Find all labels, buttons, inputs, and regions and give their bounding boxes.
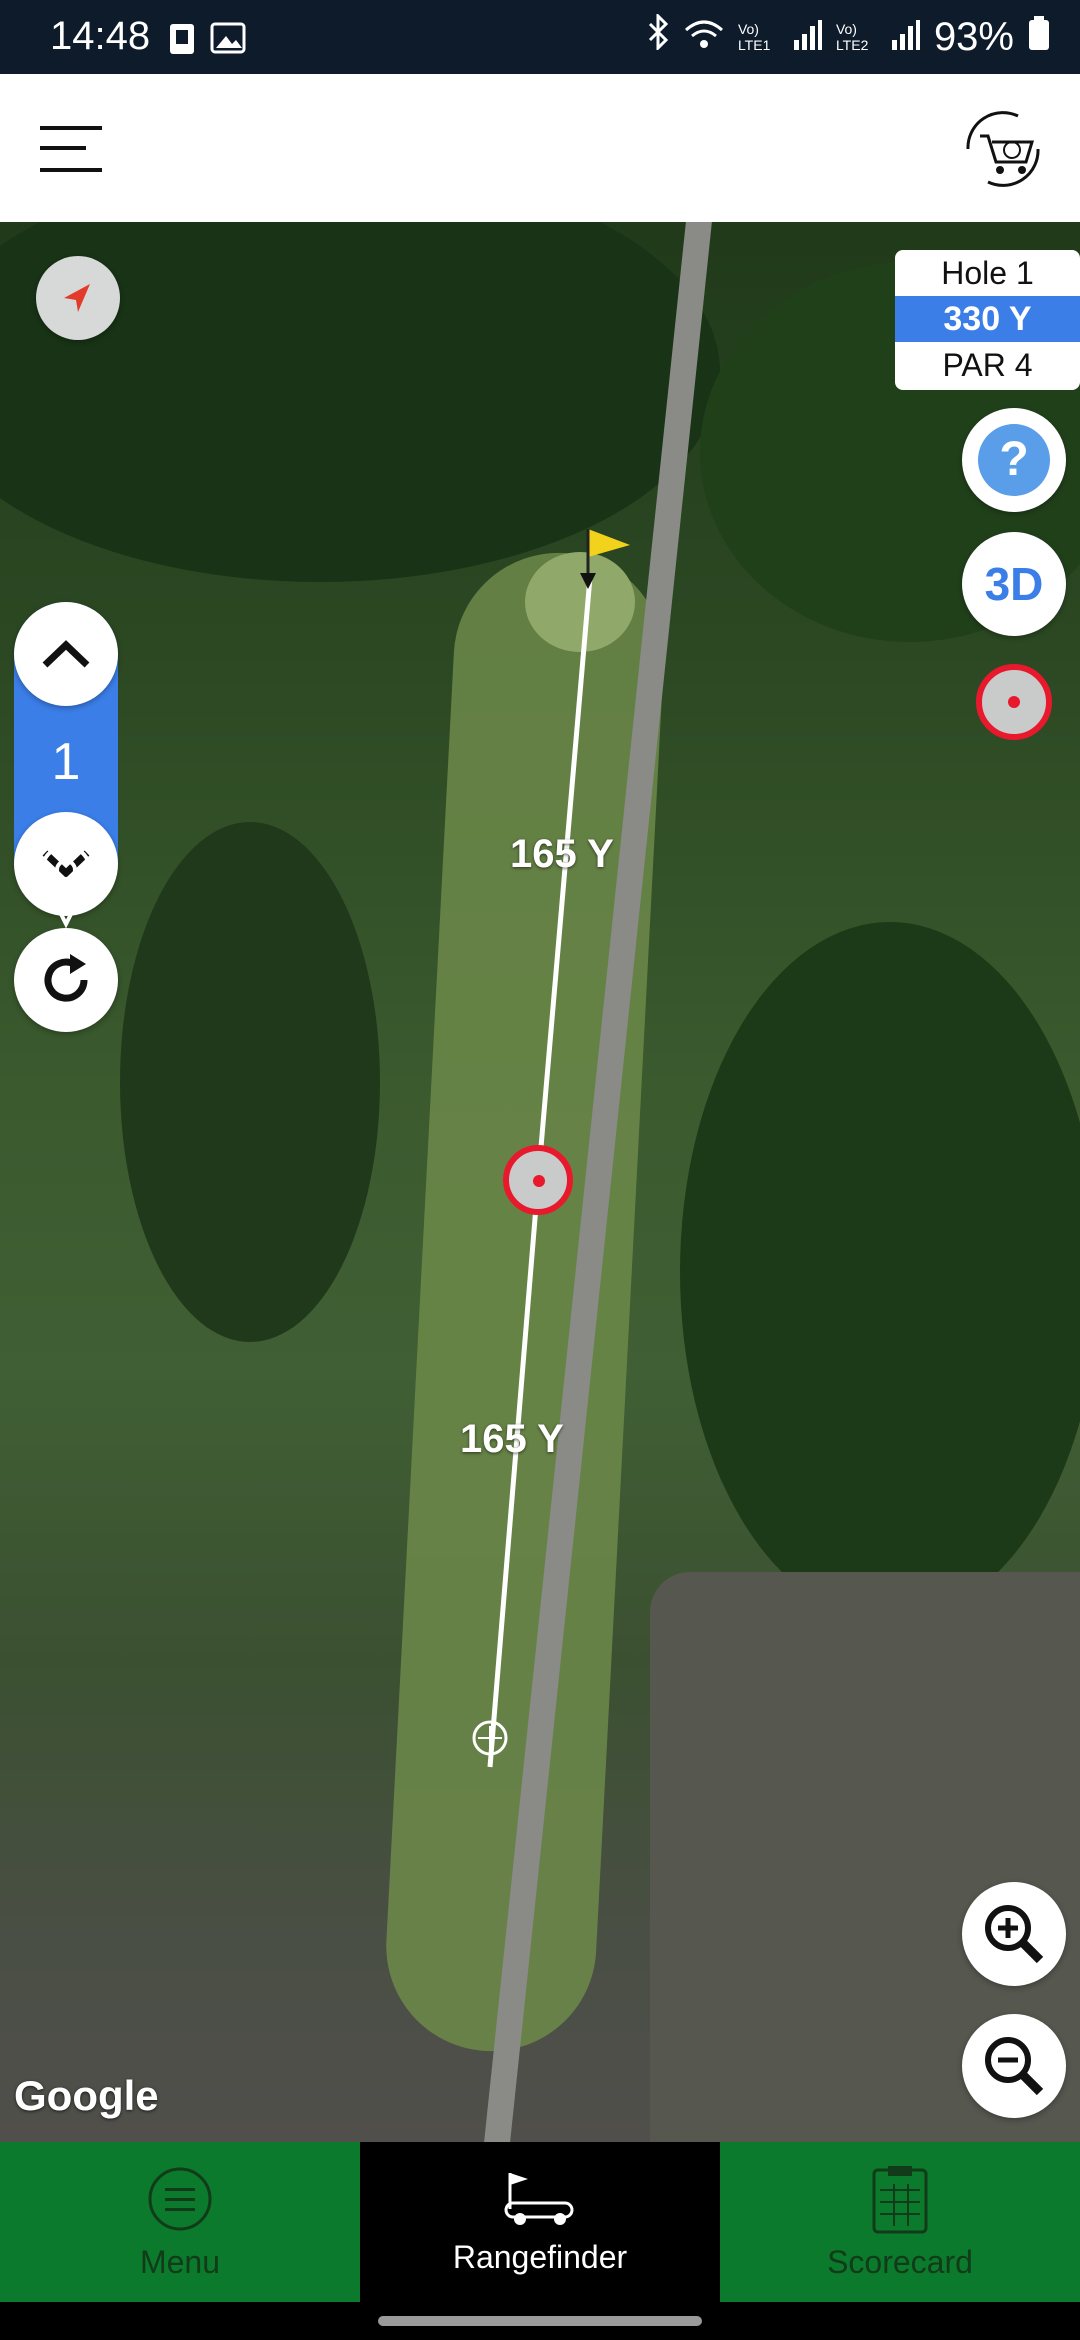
wifi-icon [684,15,724,60]
status-time: 14:48 [50,14,151,58]
tee-ball-icon [470,1718,510,1767]
chevron-up-icon [42,640,90,668]
yardage-top: 165 Y [510,832,614,876]
nav-scorecard-label: Scorecard [827,2243,973,2280]
nav-menu-label: Menu [139,2243,221,2280]
nav-scorecard[interactable]: Scorecard [720,2142,1080,2302]
gallery-icon [210,22,246,59]
target-marker[interactable] [503,1145,573,1215]
google-attribution: Google [14,2072,159,2119]
cart-icon[interactable] [958,104,1048,194]
zoom-out-icon [985,2037,1044,2096]
zoom-out-button[interactable] [962,2014,1066,2118]
hole-label: Hole 1 [941,255,1034,291]
hole-up-button[interactable] [14,602,118,706]
lte1-label: Vo) LTE1 [737,21,771,53]
zoom-in-button[interactable] [962,1882,1066,1986]
app-header [0,74,1080,222]
bottom-nav: Menu Rangefinder Scorecard [0,2142,1080,2302]
hole-yardage: 330 Y [895,296,1080,342]
target-toggle-button[interactable] [976,664,1052,740]
satellite-map[interactable]: 165 Y 165 Y 1 Hole 1 330 Y PAR 4 ? 3D Go… [0,222,1080,2142]
3d-label: 3D [984,558,1044,610]
help-icon: ? [978,424,1050,496]
hamburger-icon[interactable] [40,122,106,178]
status-bar: 14:48 Vo) LTE1 Vo) LTE2 93% [0,0,1080,74]
sim-icon [162,20,202,61]
nav-menu[interactable]: Menu [0,2142,360,2302]
golf-cart-icon [504,2172,574,2225]
status-indicators: Vo) LTE1 Vo) LTE2 93% [646,12,1050,60]
yardage-bottom: 165 Y [460,1417,564,1461]
scorecard-icon [872,2165,928,2233]
signal-icon [792,15,822,60]
nav-rangefinder-label: Rangefinder [452,2238,628,2275]
home-indicator[interactable] [378,2316,702,2326]
hole-info-card: Hole 1 330 Y PAR 4 [895,250,1080,390]
battery-icon [1028,15,1050,60]
battery-percent: 93% [933,14,1014,59]
help-button[interactable]: ? [962,408,1066,512]
nav-rangefinder[interactable]: Rangefinder [360,2142,720,2302]
location-pin-icon[interactable] [36,840,96,935]
compass-button[interactable] [36,256,120,340]
hole-par: PAR 4 [942,347,1033,383]
hole-number: 1 [51,733,81,791]
gesture-bar [0,2302,1080,2340]
refresh-icon [44,954,88,1002]
lte2-label: Vo) LTE2 [835,21,869,53]
reset-button[interactable] [14,928,118,1032]
signal-icon-2 [890,15,920,60]
flag-icon [578,527,638,602]
zoom-in-icon [985,1905,1044,1964]
menu-circle-icon [148,2167,212,2230]
3d-view-button[interactable]: 3D [962,532,1066,636]
bluetooth-icon [646,12,670,60]
